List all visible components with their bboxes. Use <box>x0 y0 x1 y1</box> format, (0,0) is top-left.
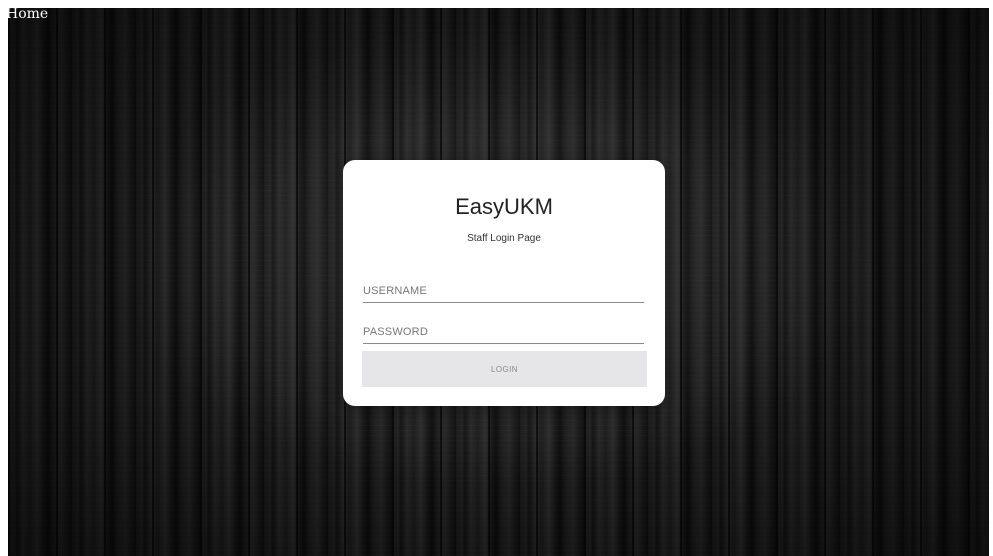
login-card: EasyUKM Staff Login Page LOGIN <box>343 160 665 406</box>
password-input[interactable] <box>363 321 644 344</box>
username-input[interactable] <box>363 280 644 303</box>
login-subtitle: Staff Login Page <box>467 233 541 244</box>
app-title: EasyUKM <box>455 194 553 219</box>
home-link[interactable]: Home <box>6 6 48 22</box>
login-button[interactable]: LOGIN <box>362 351 647 387</box>
page: Home EasyUKM Staff Login Page LOGIN <box>0 0 993 556</box>
